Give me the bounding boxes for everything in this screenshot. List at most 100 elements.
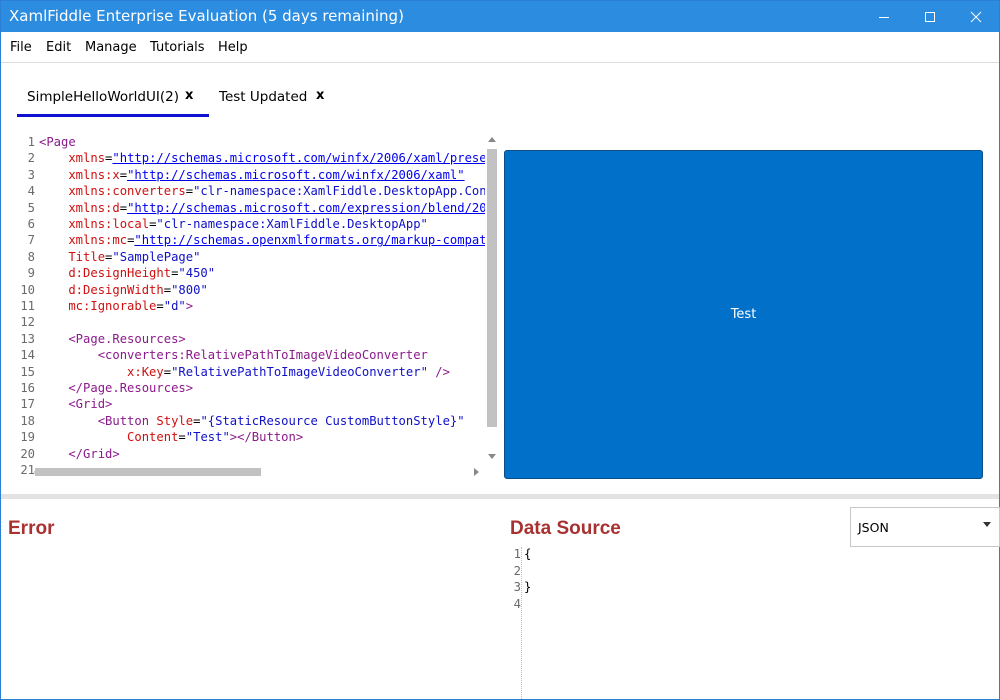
scroll-up-icon — [488, 137, 496, 142]
line-number: 12 — [20, 315, 35, 330]
menu-help[interactable]: Help — [218, 40, 248, 55]
line-number: 2 — [27, 151, 35, 166]
line-number: 3 — [513, 580, 521, 594]
code-token: </Page.Resources> — [39, 381, 194, 395]
code-token: = — [163, 282, 172, 297]
code-token: Title — [39, 249, 106, 264]
chevron-down-icon — [983, 522, 991, 527]
title-bar[interactable]: XamlFiddle Enterprise Evaluation (5 days… — [1, 1, 999, 32]
maximize-icon — [925, 11, 935, 22]
line-number: 11 — [20, 299, 35, 313]
code-token: <converters:RelativePathToImageVideoConv… — [39, 348, 428, 363]
line-number: 16 — [20, 381, 35, 395]
code-token: /> — [427, 364, 450, 379]
data-format-select[interactable]: JSON — [850, 507, 1000, 547]
panel-splitter[interactable] — [1, 494, 999, 499]
code-token: xmlns:d — [39, 200, 120, 215]
code-line: x:Key="RelativePathToImageVideoConverter… — [39, 365, 450, 379]
code-line: d:DesignHeight="450" — [39, 266, 215, 280]
line-number: 10 — [20, 282, 35, 297]
line-number: 17 — [20, 397, 35, 412]
code-line: </Page.Resources> — [39, 381, 193, 395]
code-token: = — [119, 167, 128, 182]
code-token[interactable]: "http://schemas.openxmlformats.org/marku… — [134, 233, 485, 247]
code-token[interactable]: "http://schemas.microsoft.com/winfx/2006… — [127, 168, 465, 182]
maximize-button[interactable] — [907, 1, 953, 32]
menu-tutorials[interactable]: Tutorials — [150, 40, 205, 55]
horizontal-scrollbar[interactable] — [31, 464, 485, 480]
error-panel-title: Error — [8, 518, 55, 539]
minimize-button[interactable] — [861, 1, 907, 32]
line-number: 1 — [513, 547, 521, 561]
code-token: > — [185, 299, 194, 313]
code-line: xmlns:converters="clr-namespace:XamlFidd… — [39, 184, 485, 198]
line-number: 3 — [27, 167, 35, 182]
menu-edit[interactable]: Edit — [46, 40, 71, 55]
scroll-thumb — [487, 149, 497, 427]
code-token: </Grid> — [39, 446, 120, 461]
code-token: = — [178, 430, 186, 445]
close-window-button[interactable] — [953, 1, 999, 32]
code-line: xmlns:mc="http://schemas.openxmlformats.… — [39, 233, 485, 247]
code-line: Content="Test"></Button> — [39, 430, 303, 444]
data-source-title: Data Source — [510, 518, 621, 539]
close-icon — [970, 11, 982, 22]
vertical-scrollbar[interactable] — [485, 134, 499, 464]
scroll-right-icon — [474, 468, 479, 476]
code-line: <converters:RelativePathToImageVideoConv… — [39, 348, 428, 362]
line-number: 20 — [20, 446, 35, 461]
code-token: <Page — [39, 135, 76, 149]
tab-label: Test Updated — [219, 89, 308, 105]
line-number: 5 — [27, 200, 35, 215]
menu-bar: File Edit Manage Tutorials Help — [1, 32, 999, 63]
code-line: xmlns:x="http://schemas.microsoft.com/wi… — [39, 167, 465, 182]
code-token: <Grid> — [39, 397, 113, 412]
line-number: 13 — [20, 331, 35, 346]
tab-close-icon[interactable]: x — [316, 88, 324, 103]
code-line: xmlns:d="http://schemas.microsoft.com/ex… — [39, 201, 485, 215]
tab-test-updated[interactable]: Test Updated x — [219, 88, 339, 117]
code-line: xmlns:local="clr-namespace:XamlFiddle.De… — [39, 217, 428, 231]
code-token: = — [119, 200, 128, 215]
code-token: "800" — [171, 282, 208, 297]
preview-test-button[interactable]: Test — [504, 150, 983, 479]
line-number: 14 — [20, 348, 35, 363]
code-line: </Grid> — [39, 446, 120, 461]
code-token: = — [163, 364, 172, 379]
code-line: } — [524, 580, 532, 594]
code-token: "Test" — [185, 430, 230, 445]
code-token: mc:Ignorable — [39, 299, 157, 313]
tab-close-icon[interactable]: x — [185, 88, 193, 103]
menu-manage[interactable]: Manage — [85, 40, 137, 55]
code-line: mc:Ignorable="d"> — [39, 299, 193, 313]
app-window: XamlFiddle Enterprise Evaluation (5 days… — [0, 0, 1000, 700]
code-token: = — [185, 184, 194, 199]
code-token: xmlns:local — [39, 217, 150, 231]
code-line: <Button Style="{StaticResource CustomBut… — [39, 414, 465, 428]
line-number: 2 — [513, 563, 521, 578]
code-token: "{StaticResource CustomButtonStyle}" — [200, 413, 465, 428]
selected-format: JSON — [858, 520, 889, 535]
code-line: d:DesignWidth="800" — [39, 282, 208, 297]
code-line: Title="SamplePage" — [39, 250, 200, 264]
code-area[interactable]: <Page xmlns="http://schemas.microsoft.co… — [39, 134, 485, 464]
code-token: = — [156, 299, 164, 313]
tab-simplehelloworldui[interactable]: SimpleHelloWorldUI(2) x — [27, 88, 207, 117]
code-token: xmlns:mc — [39, 233, 128, 248]
code-token: "RelativePathToImageVideoConverter" — [171, 364, 428, 379]
code-token: Style — [156, 413, 194, 428]
code-token: "clr-namespace:XamlFiddle.DesktopApp.Con… — [193, 184, 485, 199]
code-token: x:Key — [39, 364, 164, 379]
code-token: xmlns — [39, 151, 106, 166]
code-line: <Page.Resources> — [39, 332, 185, 346]
code-token: "clr-namespace:XamlFiddle.DesktopApp" — [156, 217, 428, 231]
code-token: ></Button> — [229, 430, 304, 445]
menu-file[interactable]: File — [10, 40, 32, 55]
line-number: 4 — [513, 596, 521, 611]
code-token: "d" — [163, 299, 186, 313]
xaml-editor[interactable]: 1 2 3 4 5 6 7 8 9 10 11 12 13 14 15 16 17 18 19 20 21 <Page … — [1, 134, 501, 483]
code-token[interactable]: "http://schemas.microsoft.com/expression… — [127, 201, 485, 215]
code-token: "SamplePage" — [112, 249, 201, 264]
gutter-divider — [521, 547, 522, 699]
code-token[interactable]: "http://schemas.microsoft.com/winfx/2006… — [112, 151, 485, 165]
